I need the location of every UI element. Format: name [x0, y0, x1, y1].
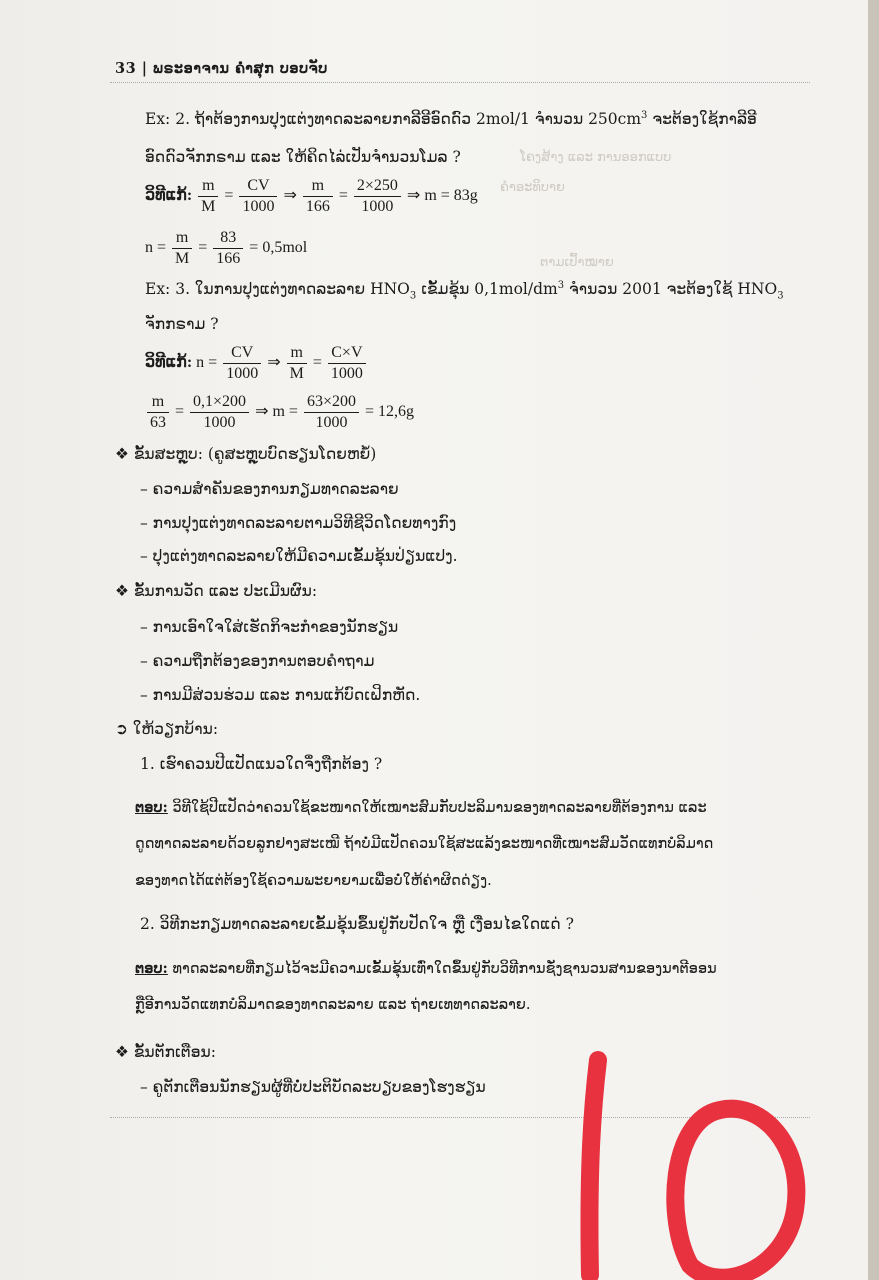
document-page: 33 | ພຣະອາຈານ ຄຳສຸກ ບອບຈັບ ໂຄງສ້າງ ແລະ ກ… — [0, 0, 868, 1280]
example2-line1: Ex: 2. ຖ້າຕ້ອງການປຸງແຕ່ງທາດລະລາຍກາລີອີອົ… — [145, 110, 757, 129]
header-divider — [110, 82, 810, 83]
homework-answer-1: ຕອບ: ວິທີໃຊ້ປີແປັດວ່າຄວນໃຊ້ຂະໜາດໃຫ້ເໝາະສ… — [135, 799, 707, 816]
summary-item: – ປຸງແຕ່ງທາດລະລາຍໃຫ້ມີຄວາມເຂັ້ມຂຸ້ນປ່ຽນແ… — [140, 547, 458, 565]
bleed-through-text: ຄຳອະທິບາຍ — [500, 180, 565, 195]
summary-item: – ການປຸງແຕ່ງທາດລະລາຍຕາມວິທີຊີວິດໂດຍທາງກົ… — [140, 514, 457, 532]
example2-equation1: ວິທີແກ້: mM = CV 1000 ⇒ m 166 = 2×250 1000 … — [145, 177, 478, 215]
summary-heading: ❖ ຂັ້ນສະຫຼຸບ: (ຄູສະຫຼຸບບົດຮຽນໂດຍຫຍໍ້) — [115, 445, 377, 463]
method-label: ວິທີແກ້: — [145, 354, 193, 372]
homework-question-2: 2. ວິທີກະກຽມທາດລະລາຍເຂັ້ມຂຸ້ນຂຶ້ນຢູ່ກັບປ… — [140, 915, 574, 933]
example3-line2: ຈັກກຣາມ ? — [145, 315, 219, 333]
warning-heading: ❖ ຂັ້ນຕັກເຕືອນ: — [115, 1043, 216, 1061]
evaluation-item: – ຄວາມຖືກຕ້ອງຂອງການຕອບຄຳຖາມ — [140, 652, 375, 670]
method-label: ວິທີແກ້: — [145, 187, 193, 205]
homework-answer-2-line2: ກຼືອີການວັດແທກບໍລິມາດຂອງທາດລະລາຍ ແລະ ຖ່າ… — [135, 997, 531, 1013]
example2-equation2: n = mM = 83 166 = 0,5mol — [145, 229, 308, 267]
evaluation-item: – ການເອົາໃຈໃສ່ເຮັດກິຈະກຳຂອງນັກຮຽນ — [140, 618, 399, 636]
homework-heading: ➲ ໃຫ້ວຽກບ້ານ: — [115, 720, 219, 738]
example3-equation2: m 63 = 0,1×200 1000 ⇒ m = 63×200 1000 = 12,… — [145, 392, 414, 433]
handwritten-score-mark — [580, 1051, 806, 1280]
warning-item: – ຄູຕັກເຕືອນນັກຮຽນຜູ້ທີ່ບໍ່ປະຕິບັດລະບຽບຂ… — [140, 1078, 486, 1096]
evaluation-item: – ການມີສ່ວນຮ່ວມ ແລະ ການແກ້ບົດເຝິກຫັດ. — [140, 686, 421, 704]
homework-answer-2: ຕອບ: ທາດລະລາຍທີ່ກຽມໄວ້ຈະມີຄວາມເຂັ້ມຂຸ້ນເ… — [135, 960, 717, 977]
example3-line1: Ex: 3. ໃນການປຸງແຕ່ງທາດລະລາຍ HNO3 ເຂັ້ມຂຸ… — [145, 280, 784, 302]
homework-question-1: 1. ເຮົາຄວນປີແປັດແນວໃດຈຶ່ງຖືກຕ້ອງ ? — [140, 755, 383, 773]
homework-answer-1-line3: ຂອງທາດໄດ້ແຕ່ຕ້ອງໃຊ້ຄວາມພະຍາຍາມເພື່ອບໍ່ໃຫ… — [135, 873, 492, 889]
bleed-through-text: ໂຄງສ້າງ ແລະ ການອອກແບບ — [520, 150, 672, 165]
summary-item: – ຄວາມສຳຄັນຂອງການກຽມທາດລະລາຍ — [140, 480, 399, 498]
evaluation-heading: ❖ ຂັ້ນການວັດ ແລະ ປະເມີນຜົນ: — [115, 582, 318, 600]
homework-answer-1-line2: ດູດທາດລະລາຍດ້ວຍລູກຢາງສະເໝີ ຖ້າບໍ່ມີແປັດຄ… — [135, 836, 714, 852]
example3-equation1: ວິທີແກ້: n = CV 1000 ⇒ mM = C×V 1000 — [145, 343, 368, 384]
page-edge — [868, 0, 879, 1280]
page-header: 33 | ພຣະອາຈານ ຄຳສຸກ ບອບຈັບ — [115, 60, 328, 77]
example2-line2: ອົດດົວຈັກກຣາມ ແລະ ໃຫ້ຄິດໄລ່ເປັນຈຳນວນໂມລ … — [145, 148, 461, 166]
bleed-through-text: ຕາມເປົ້າໝາຍ — [540, 255, 614, 270]
